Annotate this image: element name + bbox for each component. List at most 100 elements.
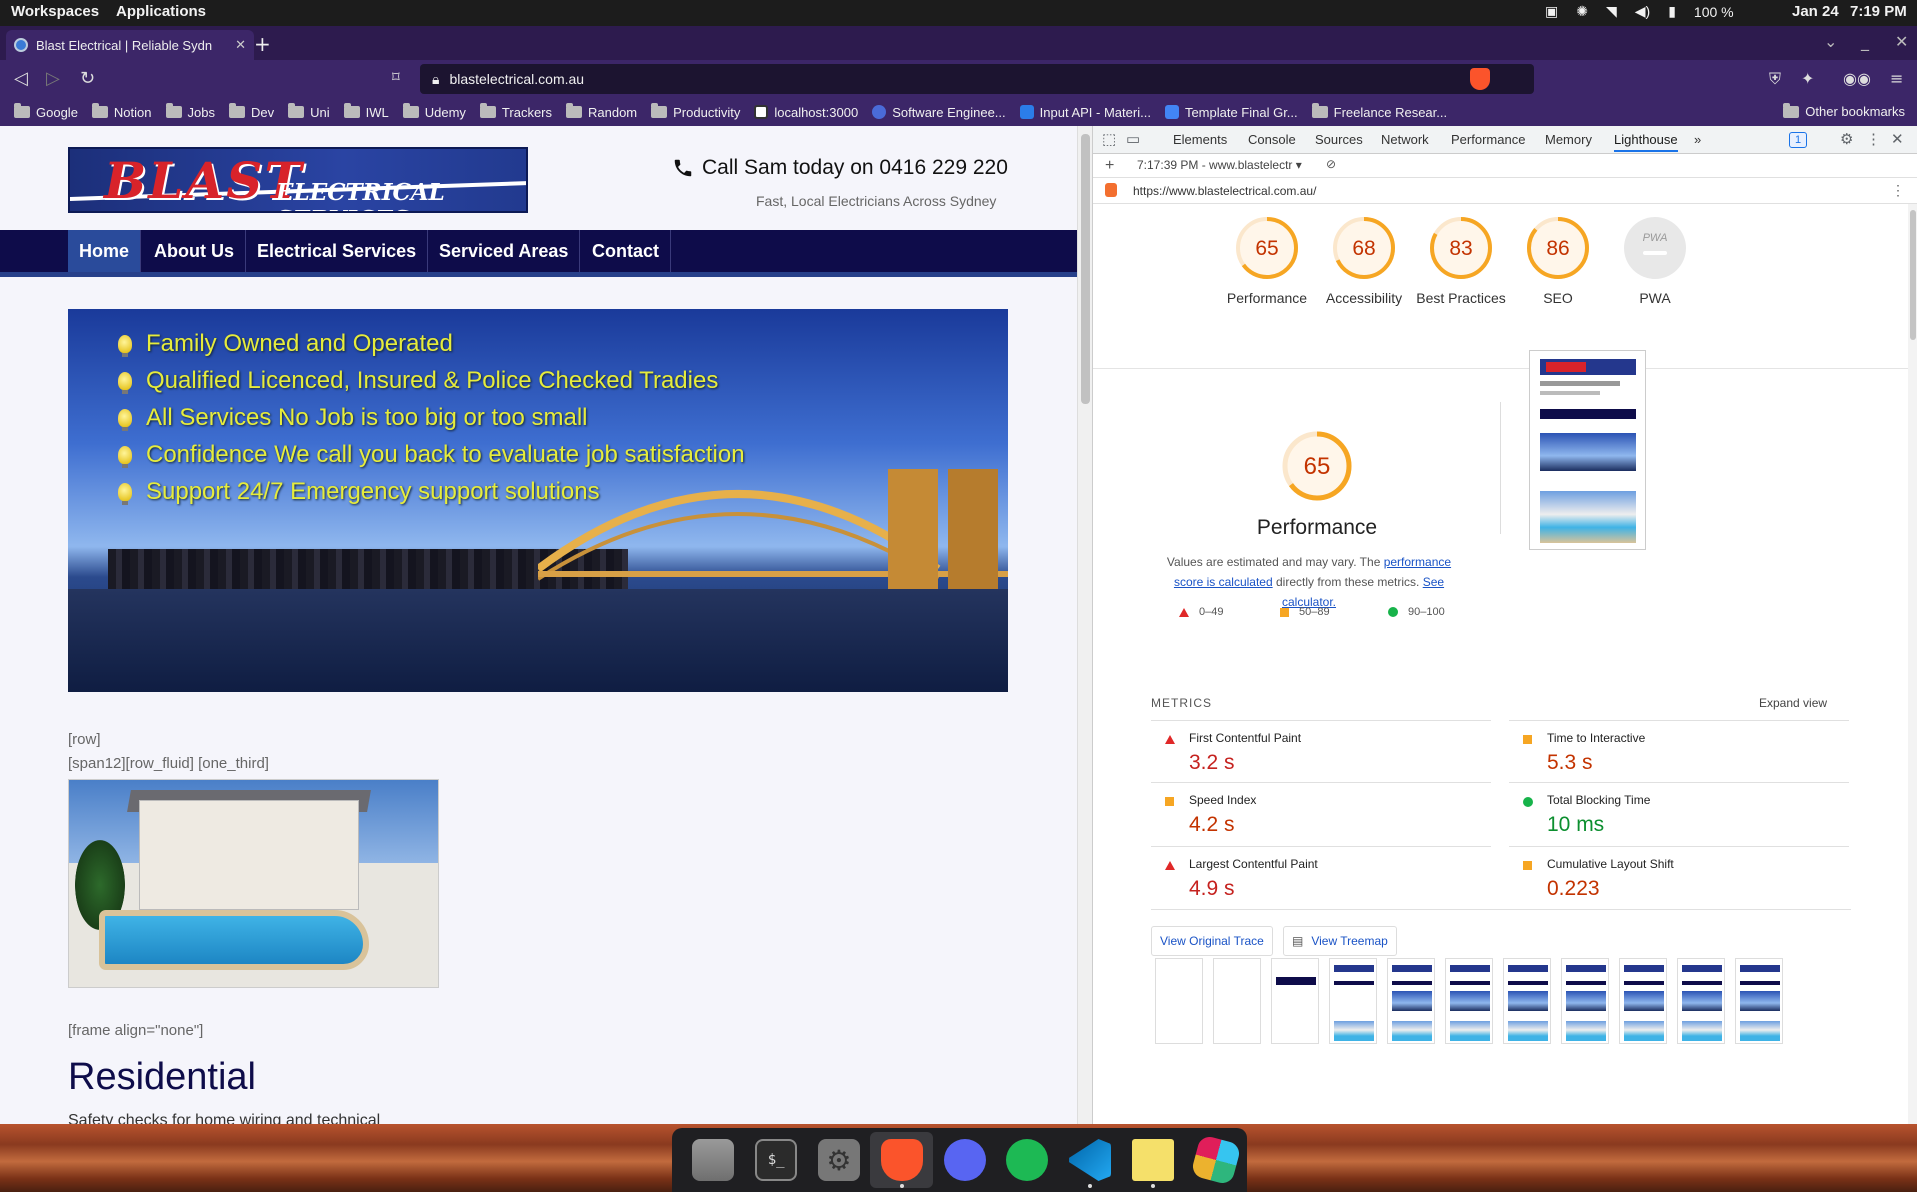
- residential-house-image[interactable]: [68, 779, 439, 988]
- bookmark-input-api[interactable]: Input API - Materi...: [1019, 105, 1151, 120]
- dock-vscode[interactable]: [1059, 1132, 1122, 1188]
- tab-sources[interactable]: Sources: [1315, 132, 1363, 147]
- bookmark-google[interactable]: Google: [14, 103, 78, 120]
- wifi-icon[interactable]: ◥: [1606, 3, 1617, 20]
- nav-contact[interactable]: Contact: [581, 230, 671, 272]
- view-treemap-button[interactable]: ▤ View Treemap: [1283, 926, 1397, 956]
- dock-discord[interactable]: [933, 1132, 996, 1188]
- report-selector[interactable]: 7:17:39 PM - www.blastelectr ▾: [1137, 158, 1302, 172]
- gauge-performance[interactable]: 65 Performance: [1222, 215, 1312, 307]
- bookmark-random[interactable]: Random: [566, 103, 637, 120]
- filmstrip-frame: [1445, 958, 1493, 1044]
- devtools-menu-icon[interactable]: ⋮: [1866, 130, 1881, 148]
- dock-files[interactable]: [682, 1132, 745, 1188]
- clear-reports-icon[interactable]: ⊘: [1326, 157, 1336, 171]
- minimize-icon[interactable]: _: [1861, 32, 1869, 51]
- bookmark-template[interactable]: Template Final Gr...: [1164, 105, 1298, 120]
- menu-icon[interactable]: ≡: [1890, 69, 1903, 88]
- gauge-pwa[interactable]: PWA PWA: [1610, 215, 1700, 307]
- volume-icon[interactable]: ◀): [1635, 3, 1650, 20]
- bitwarden-icon[interactable]: ⛨: [1769, 69, 1781, 89]
- bookmark-freelance[interactable]: Freelance Resear...: [1311, 103, 1447, 120]
- tab-console[interactable]: Console: [1248, 132, 1296, 147]
- nav-home[interactable]: Home: [68, 230, 142, 272]
- tab-list-chevron-icon[interactable]: ⌄: [1824, 32, 1837, 51]
- gauge-accessibility[interactable]: 68 Accessibility: [1319, 215, 1409, 307]
- devtools-close-icon[interactable]: ✕: [1891, 130, 1904, 148]
- new-report-icon[interactable]: +: [1105, 157, 1114, 175]
- tab-lighthouse[interactable]: Lighthouse: [1614, 132, 1678, 152]
- report-url[interactable]: https://www.blastelectrical.com.au/: [1133, 184, 1316, 198]
- bookmark-software-engineer[interactable]: Software Enginee...: [872, 105, 1006, 120]
- tab-network[interactable]: Network: [1381, 132, 1429, 147]
- bookmark-icon[interactable]: ⌑: [392, 68, 400, 86]
- dock-terminal[interactable]: $_: [745, 1132, 808, 1188]
- bookmark-iwl[interactable]: IWL: [343, 103, 389, 120]
- thumb-hero: [1540, 433, 1636, 471]
- nav-about-us[interactable]: About Us: [143, 230, 246, 272]
- page-scrollbar[interactable]: [1077, 126, 1092, 1124]
- brightness-icon[interactable]: ✺: [1576, 3, 1588, 20]
- bookmark-uni[interactable]: Uni: [288, 103, 330, 120]
- devtools-settings-icon[interactable]: ⚙: [1840, 130, 1853, 148]
- dock-settings[interactable]: ⚙: [808, 1132, 871, 1188]
- scrollbar-thumb[interactable]: [1910, 210, 1916, 340]
- report-menu-icon[interactable]: ⋮: [1891, 182, 1905, 199]
- performance-score-ring[interactable]: 65: [1281, 430, 1353, 502]
- tab-performance[interactable]: Performance: [1451, 132, 1525, 147]
- more-tabs-icon[interactable]: »: [1694, 132, 1701, 147]
- address-bar[interactable]: 🔒︎ blastelectrical.com.au: [420, 64, 1534, 94]
- bookmark-localhost[interactable]: localhost:3000: [754, 105, 858, 120]
- inspect-element-icon[interactable]: ⬚: [1102, 130, 1116, 148]
- dock-spotify[interactable]: [996, 1132, 1059, 1188]
- applications-menu[interactable]: Applications: [116, 3, 206, 20]
- other-bookmarks[interactable]: Other bookmarks: [1783, 102, 1905, 119]
- reload-icon[interactable]: ↻: [80, 68, 95, 89]
- gauge-seo[interactable]: 86 SEO: [1513, 215, 1603, 307]
- pass-circle-icon: [1388, 607, 1398, 617]
- metric-speed-index: Speed Index 4.2 s: [1151, 782, 1491, 846]
- new-tab-button[interactable]: +: [254, 32, 271, 56]
- bookmark-notion[interactable]: Notion: [91, 103, 152, 120]
- back-icon[interactable]: ◁: [14, 68, 28, 89]
- extensions-icon[interactable]: ✦: [1801, 69, 1814, 88]
- legend-fail: 0–49: [1179, 606, 1223, 618]
- screen-icon[interactable]: ▣: [1545, 3, 1558, 20]
- nav-electrical-services[interactable]: Electrical Services: [246, 230, 429, 272]
- view-original-trace-button[interactable]: View Original Trace: [1151, 926, 1273, 956]
- bookmark-jobs[interactable]: Jobs: [165, 103, 215, 120]
- forward-icon[interactable]: ▷: [46, 68, 60, 89]
- close-window-icon[interactable]: ✕: [1895, 32, 1908, 51]
- expand-view-toggle[interactable]: Expand view: [1759, 696, 1827, 710]
- system-date[interactable]: Jan 24: [1792, 3, 1839, 20]
- lock-icon[interactable]: 🔒︎: [432, 71, 439, 88]
- system-time[interactable]: 7:19 PM: [1850, 3, 1907, 20]
- brave-shields-icon[interactable]: [1470, 68, 1490, 90]
- device-toolbar-icon[interactable]: ▭: [1126, 130, 1140, 148]
- scrollbar-thumb[interactable]: [1081, 134, 1090, 404]
- bookmark-udemy[interactable]: Udemy: [402, 103, 466, 120]
- profile-icon[interactable]: ◉◉: [1843, 69, 1871, 88]
- close-tab-icon[interactable]: ✕: [235, 37, 246, 53]
- browser-tab[interactable]: Blast Electrical | Reliable Sydn ✕: [6, 30, 254, 60]
- bookmark-trackers[interactable]: Trackers: [479, 103, 552, 120]
- dock-brave[interactable]: [870, 1132, 934, 1188]
- dock-sticky-notes[interactable]: [1121, 1132, 1184, 1188]
- blast-logo[interactable]: BLAST ELECTRICAL SERVICES: [68, 147, 528, 213]
- call-to-action[interactable]: Call Sam today on 0416 229 220: [672, 156, 1008, 180]
- battery-icon[interactable]: ▮: [1668, 3, 1676, 20]
- site-favicon-icon: [14, 38, 28, 52]
- gauge-best-practices[interactable]: 83 Best Practices: [1416, 215, 1506, 307]
- final-screenshot-thumbnail[interactable]: [1529, 350, 1646, 550]
- issues-badge[interactable]: 1: [1789, 132, 1808, 148]
- bookmark-dev[interactable]: Dev: [228, 103, 274, 120]
- thumb-logo: [1566, 965, 1606, 972]
- tab-elements[interactable]: Elements: [1173, 132, 1227, 147]
- nav-serviced-areas[interactable]: Serviced Areas: [428, 230, 581, 272]
- workspaces-menu[interactable]: Workspaces: [11, 3, 99, 20]
- dock-slack[interactable]: [1184, 1132, 1247, 1188]
- thumb-logo: [1334, 965, 1374, 972]
- devtools-scrollbar[interactable]: [1908, 204, 1917, 1124]
- bookmark-productivity[interactable]: Productivity: [651, 103, 740, 120]
- tab-memory[interactable]: Memory: [1545, 132, 1592, 147]
